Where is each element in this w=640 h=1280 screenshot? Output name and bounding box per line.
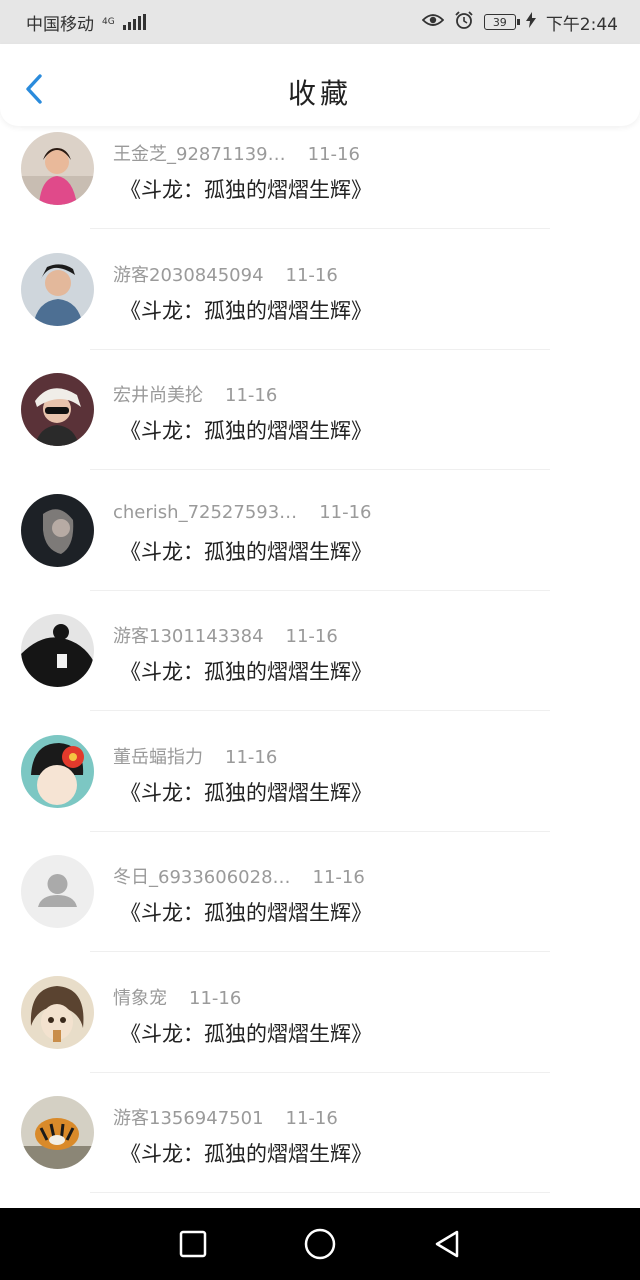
eye-comfort-icon (421, 12, 445, 33)
list-item[interactable]: 游客1356947501 11-16 《斗龙：孤独的熠熠生辉》 (0, 1090, 640, 1208)
item-meta: 情象宠 11-16 (113, 984, 241, 1010)
divider (90, 830, 550, 832)
page-title: 收藏 (287, 77, 352, 110)
item-date: 11-16 (189, 987, 242, 1009)
user-name: 情象宠 (113, 987, 167, 1009)
signal-icon (122, 14, 146, 30)
list-item[interactable]: 冬日_6933606028… 11-16 《斗龙：孤独的熠熠生辉》 (0, 849, 640, 970)
list-item[interactable]: 宏井尚美抡 11-16 《斗龙：孤独的熠熠生辉》 (0, 367, 640, 488)
item-meta: 王金芝_92871139… 11-16 (113, 140, 360, 166)
list-item[interactable]: 情象宠 11-16 《斗龙：孤独的熠熠生辉》 (0, 970, 640, 1091)
user-name: 游客1356947501 (113, 1108, 264, 1129)
user-name: 冬日_6933606028… (113, 867, 291, 888)
item-meta: 游客1301143384 11-16 (113, 622, 338, 648)
recents-square-icon[interactable] (173, 1224, 213, 1264)
item-title: 《斗龙：孤独的熠熠生辉》 (120, 1021, 372, 1046)
user-name: 游客1301143384 (113, 626, 264, 647)
item-meta: 游客1356947501 11-16 (113, 1104, 338, 1130)
user-name: 宏井尚美抡 (113, 385, 203, 406)
page-header: 收藏 (0, 44, 640, 126)
item-date: 11-16 (225, 385, 278, 406)
clock-label: 下午2:44 (545, 14, 618, 35)
avatar[interactable] (21, 373, 94, 446)
user-name: cherish_72527593… (113, 501, 298, 523)
status-right: 39 下午2:44 (421, 10, 618, 35)
avatar[interactable] (21, 734, 94, 808)
item-meta: cherish_72527593… 11-16 (113, 502, 372, 523)
item-date: 11-16 (285, 264, 338, 286)
divider (90, 348, 550, 350)
item-title: 《斗龙：孤独的熠熠生辉》 (120, 780, 372, 805)
list-item[interactable]: 游客1301143384 11-16 《斗龙：孤独的熠熠生辉》 (0, 608, 640, 729)
default-user-icon[interactable] (21, 855, 94, 928)
divider (90, 469, 550, 470)
battery-icon: 39 (483, 14, 520, 30)
avatar[interactable] (21, 975, 94, 1049)
item-date: 11-16 (307, 144, 360, 165)
status-bar: 中国移动 4G 39 下午2:44 (0, 0, 640, 44)
item-title: 《斗龙：孤独的熠熠生辉》 (120, 539, 372, 564)
charging-bolt-icon (525, 11, 536, 33)
divider (90, 1192, 550, 1193)
alarm-icon (454, 10, 474, 35)
item-meta: 游客2030845094 11-16 (113, 261, 338, 287)
item-meta: 董岳蝠指力 11-16 (113, 743, 277, 769)
user-name: 王金芝_92871139… (113, 144, 286, 165)
item-title: 《斗龙：孤独的熠熠生辉》 (120, 660, 372, 684)
avatar[interactable] (21, 614, 94, 687)
divider (90, 589, 550, 591)
item-title: 《斗龙：孤独的熠熠生辉》 (120, 1142, 372, 1166)
avatar[interactable] (21, 493, 94, 567)
list-item[interactable]: cherish_72527593… 11-16 《斗龙：孤独的熠熠生辉》 (0, 488, 640, 609)
item-date: 11-16 (312, 867, 365, 888)
item-date: 11-16 (319, 501, 372, 523)
item-title: 《斗龙：孤独的熠熠生辉》 (120, 419, 372, 443)
network-type-label: 4G (102, 16, 115, 27)
avatar[interactable] (21, 132, 94, 205)
avatar[interactable] (21, 1096, 94, 1169)
item-date: 11-16 (285, 626, 338, 647)
battery-level: 39 (492, 15, 507, 29)
item-meta: 宏井尚美抡 11-16 (113, 381, 277, 407)
divider (90, 228, 550, 229)
status-left: 中国移动 4G (26, 10, 146, 35)
item-title: 《斗龙：孤独的熠熠生辉》 (120, 901, 372, 925)
user-name: 游客2030845094 (113, 264, 264, 286)
carrier-label: 中国移动 (26, 14, 94, 35)
item-meta: 冬日_6933606028… 11-16 (113, 863, 365, 889)
back-triangle-icon[interactable] (427, 1224, 467, 1264)
list-item[interactable]: 王金芝_92871139… 11-16 《斗龙：孤独的熠熠生辉》 (0, 126, 640, 247)
item-date: 11-16 (225, 746, 278, 768)
favorites-list: 王金芝_92871139… 11-16 《斗龙：孤独的熠熠生辉》 游客203084… (0, 126, 640, 1208)
avatar[interactable] (21, 252, 94, 326)
item-title: 《斗龙：孤独的熠熠生辉》 (120, 178, 372, 202)
divider (90, 951, 550, 952)
divider (90, 1071, 550, 1073)
home-circle-icon[interactable] (300, 1224, 340, 1264)
user-name: 董岳蝠指力 (113, 746, 203, 768)
list-item[interactable]: 游客2030845094 11-16 《斗龙：孤独的熠熠生辉》 (0, 247, 640, 368)
item-title: 《斗龙：孤独的熠熠生辉》 (120, 298, 372, 323)
system-nav-bar (0, 1208, 640, 1280)
item-date: 11-16 (285, 1108, 338, 1129)
divider (90, 710, 550, 711)
list-item[interactable]: 董岳蝠指力 11-16 《斗龙：孤独的熠熠生辉》 (0, 729, 640, 850)
